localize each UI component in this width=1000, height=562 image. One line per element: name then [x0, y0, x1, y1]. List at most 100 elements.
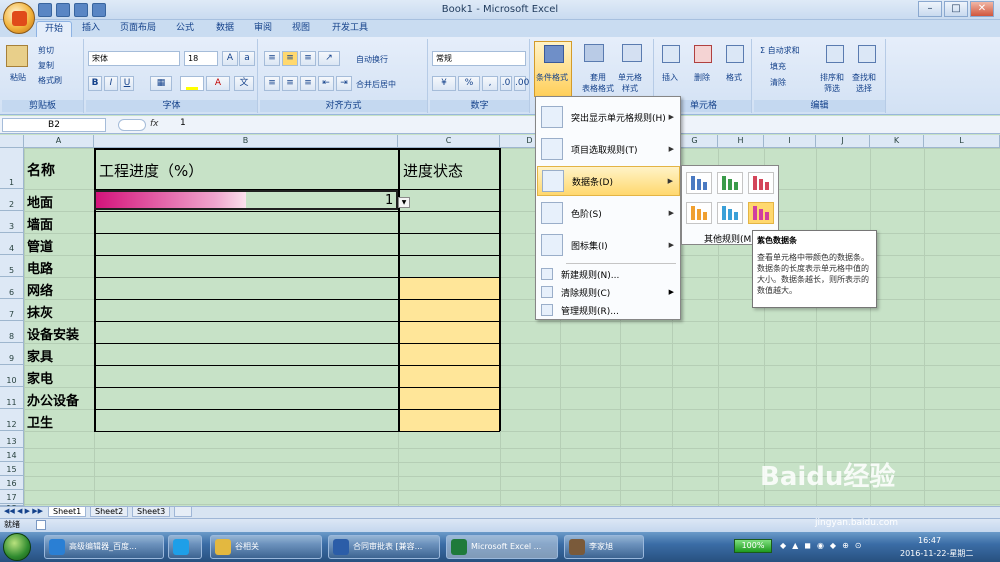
save-icon[interactable]: [38, 3, 52, 17]
start-button[interactable]: [3, 533, 31, 561]
font-color-icon[interactable]: A: [206, 76, 230, 91]
clock-time[interactable]: 16:47: [918, 536, 941, 545]
maximize-button[interactable]: □: [944, 1, 968, 17]
wrap-text-button[interactable]: 自动换行: [356, 54, 388, 65]
paste-icon[interactable]: [6, 45, 28, 67]
battery-indicator[interactable]: 100%: [734, 539, 772, 553]
insert-cells-label[interactable]: 插入: [662, 72, 678, 83]
insert-sheet-icon[interactable]: [174, 506, 192, 517]
sort-filter-label[interactable]: 排序和 筛选: [820, 72, 844, 94]
border-icon[interactable]: ▦: [150, 76, 172, 91]
tab-page-layout[interactable]: 页面布局: [112, 21, 164, 37]
fill-color-icon[interactable]: [180, 76, 204, 91]
taskbar-item-word[interactable]: 合同审批表 [兼容...: [328, 535, 440, 559]
row-header[interactable]: 10: [0, 365, 24, 387]
font-name-combo[interactable]: 宋体: [88, 51, 180, 66]
taskbar-item-folder[interactable]: 谷相关: [210, 535, 322, 559]
menu-item-new-rule[interactable]: 新建规则(N)...: [537, 265, 680, 283]
conditional-format-button[interactable]: [534, 41, 572, 97]
column-header[interactable]: B: [94, 135, 398, 148]
row-header[interactable]: 6: [0, 277, 24, 299]
currency-icon[interactable]: ¥: [432, 76, 456, 91]
office-button[interactable]: [3, 2, 35, 34]
menu-item-top-bottom[interactable]: 项目选取规则(T) ▶: [537, 134, 680, 164]
sheet-nav-icon[interactable]: ◀◀ ◀ ▶ ▶▶: [4, 507, 43, 515]
underline-button[interactable]: U: [120, 76, 134, 91]
select-all-corner[interactable]: [0, 135, 24, 148]
status-cell[interactable]: [398, 388, 500, 409]
column-header[interactable]: J: [816, 135, 870, 148]
align-middle-icon[interactable]: ≡: [282, 51, 298, 66]
data-bar-swatch[interactable]: [717, 172, 743, 194]
status-cell[interactable]: [398, 410, 500, 431]
status-cell[interactable]: [398, 322, 500, 343]
tab-developer[interactable]: 开发工具: [324, 21, 376, 37]
format-cells-icon[interactable]: [726, 45, 744, 63]
merge-center-button[interactable]: 合并后居中: [356, 79, 396, 90]
row-header[interactable]: 5: [0, 255, 24, 277]
percent-button[interactable]: %: [458, 76, 480, 91]
format-painter-button[interactable]: 格式刷: [38, 75, 62, 86]
grow-font-icon[interactable]: A: [222, 51, 238, 66]
paste-label[interactable]: 粘贴: [10, 72, 26, 83]
data-bar-swatch[interactable]: [748, 202, 774, 224]
row-header[interactable]: 16: [0, 476, 24, 490]
delete-cells-label[interactable]: 删除: [694, 72, 710, 83]
align-center-icon[interactable]: ≡: [282, 76, 298, 91]
row-header[interactable]: 14: [0, 448, 24, 462]
status-cell[interactable]: [398, 278, 500, 299]
cell-b1[interactable]: 工程进度（%）: [99, 160, 203, 181]
row-header[interactable]: 8: [0, 321, 24, 343]
menu-item-highlight-rules[interactable]: 突出显示单元格规则(H) ▶: [537, 102, 680, 132]
phonetic-icon[interactable]: 文: [234, 76, 254, 91]
table-format-icon[interactable]: [584, 44, 604, 62]
orientation-icon[interactable]: ↗: [318, 51, 340, 66]
taskbar-item-photo[interactable]: 李家旭: [564, 535, 644, 559]
name-box[interactable]: B2: [2, 118, 106, 132]
sheet-tab-1[interactable]: Sheet1: [48, 506, 87, 517]
cell-name[interactable]: 电路: [27, 258, 53, 277]
align-left-icon[interactable]: ≡: [264, 76, 280, 91]
tab-review[interactable]: 审阅: [246, 21, 280, 37]
copy-button[interactable]: 复制: [38, 60, 54, 71]
cell-style-icon[interactable]: [622, 44, 642, 62]
fill-button[interactable]: 填充: [770, 61, 786, 72]
row-header[interactable]: 9: [0, 343, 24, 365]
column-header[interactable]: L: [924, 135, 1000, 148]
row-header[interactable]: 4: [0, 233, 24, 255]
increase-decimal-icon[interactable]: .0: [500, 76, 512, 91]
align-bottom-icon[interactable]: ≡: [300, 51, 316, 66]
macro-record-icon[interactable]: [36, 520, 46, 530]
column-header[interactable]: I: [764, 135, 816, 148]
increase-indent-icon[interactable]: ⇥: [336, 76, 352, 91]
row-header[interactable]: 3: [0, 211, 24, 233]
cell-name[interactable]: 墙面: [27, 214, 53, 233]
italic-button[interactable]: I: [104, 76, 118, 91]
row-header[interactable]: 13: [0, 431, 24, 448]
tab-data[interactable]: 数据: [208, 21, 242, 37]
menu-item-clear-rules[interactable]: 清除规则(C) ▶: [537, 283, 680, 301]
column-header[interactable]: K: [870, 135, 924, 148]
redo-icon[interactable]: [74, 3, 88, 17]
row-header[interactable]: 1: [0, 148, 24, 189]
clear-button[interactable]: 清除: [770, 77, 786, 88]
cell-name[interactable]: 设备安装: [27, 324, 79, 343]
tab-insert[interactable]: 插入: [74, 21, 108, 37]
status-cell[interactable]: [398, 300, 500, 321]
bold-button[interactable]: B: [88, 76, 102, 91]
column-header[interactable]: H: [718, 135, 764, 148]
sort-filter-icon[interactable]: [826, 45, 844, 63]
sheet-tab-2[interactable]: Sheet2: [90, 506, 129, 517]
shrink-font-icon[interactable]: a: [239, 51, 255, 66]
formula-value[interactable]: 1: [180, 118, 186, 128]
cell-style-label[interactable]: 单元格 样式: [618, 72, 642, 94]
cell-name[interactable]: 抹灰: [27, 302, 53, 321]
menu-item-data-bars[interactable]: 数据条(D) ▶: [537, 166, 680, 196]
menu-item-color-scales[interactable]: 色阶(S) ▶: [537, 198, 680, 228]
decrease-indent-icon[interactable]: ⇤: [318, 76, 334, 91]
comma-icon[interactable]: ,: [482, 76, 498, 91]
cell-name[interactable]: 管道: [27, 236, 53, 255]
data-bar-swatch[interactable]: [717, 202, 743, 224]
tray-icons[interactable]: ◆▲◼◉◆⊕⊙: [780, 541, 890, 553]
cell-a1[interactable]: 名称: [27, 160, 55, 180]
